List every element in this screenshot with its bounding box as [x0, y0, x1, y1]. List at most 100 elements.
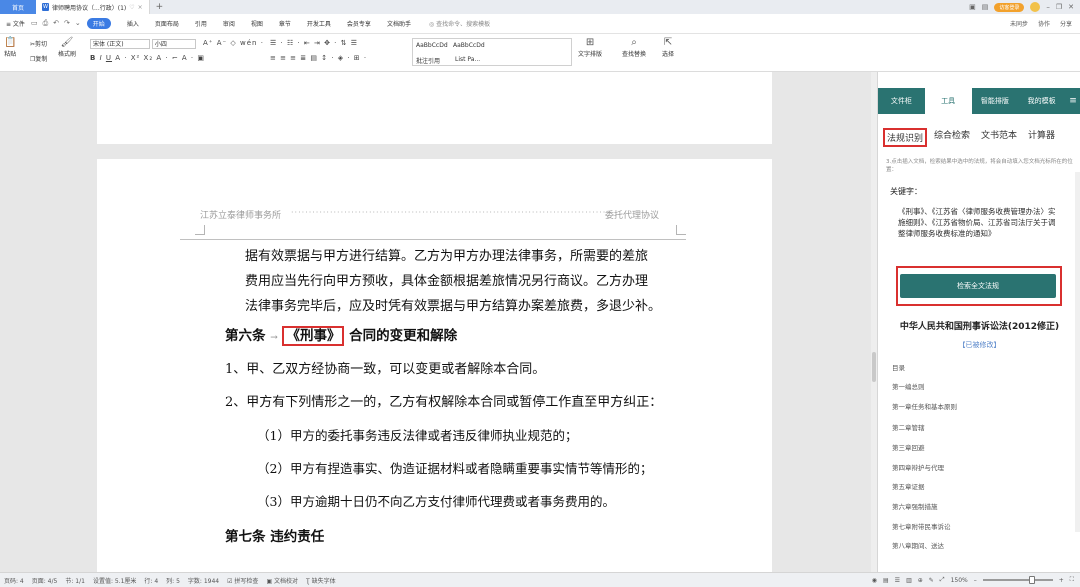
subtab-comprehensive-search[interactable]: 综合检索	[934, 128, 970, 141]
fullscreen-icon[interactable]: ⤢	[940, 576, 945, 584]
tab-close-icon[interactable]: ×	[138, 4, 143, 11]
status-page-number[interactable]: 页码: 4	[0, 576, 28, 585]
law-status: 【已被修改】	[958, 341, 1001, 349]
style-name-2[interactable]: List Pa...	[455, 56, 480, 63]
zoom-slider[interactable]	[982, 576, 1053, 584]
menu-references[interactable]: 引用	[187, 19, 215, 28]
proofread-button[interactable]: ▣ 文档校对	[262, 576, 302, 585]
toc-item[interactable]: 目录	[892, 362, 905, 372]
toc-item[interactable]: 第三章回避	[892, 442, 925, 452]
font-size-select[interactable]: 小四	[151, 39, 196, 49]
text-layout-button[interactable]: ⊞ 文字排版	[578, 37, 602, 58]
subtab-document-templates[interactable]: 文书范本	[981, 128, 1017, 141]
collaborate-button[interactable]: 协作	[1038, 19, 1050, 28]
document-canvas[interactable]: 江苏立泰律师事务所 ······························…	[0, 72, 877, 572]
paragraph-align-tools[interactable]: ≡ ≡ ≡ ≣ ▤ ↕ · ◈ · ⊞ ·	[270, 54, 367, 62]
reading-view-icon[interactable]: ▥	[906, 577, 912, 584]
toc-item[interactable]: 第一章任务和基本原则	[892, 401, 957, 411]
status-set-value[interactable]: 设置值: 5.1厘米	[89, 576, 140, 585]
status-word-count[interactable]: 字数: 1944	[184, 576, 223, 585]
tab-file-cabinet[interactable]: 文件柜	[878, 88, 925, 114]
undo-icon[interactable]: ↶	[53, 19, 59, 28]
outline-view-icon[interactable]: ☰	[895, 577, 900, 584]
redo-icon[interactable]: ↷	[64, 19, 70, 28]
style-item-1[interactable]: AaBbCcDd	[416, 42, 448, 49]
tab-smart-layout[interactable]: 智能排版	[972, 88, 1019, 114]
font-format-tools[interactable]: B I U A · X² X₂ A · ⌐ A · ▣	[90, 54, 205, 62]
toc-item[interactable]: 第一编总则	[892, 381, 925, 391]
page-view-icon[interactable]: ▤	[883, 577, 889, 584]
font-size-tools[interactable]: A⁺ A⁻ ◇ wén ·	[203, 39, 264, 47]
menu-insert[interactable]: 插入	[119, 19, 147, 28]
eye-protect-icon[interactable]: ◉	[872, 577, 877, 584]
select-button[interactable]: ⇱ 选择	[662, 37, 674, 58]
home-tab[interactable]: 首页	[0, 0, 36, 14]
document-tab[interactable]: W 律师聘用协议（...行政）(1) ♡ ×	[36, 0, 150, 14]
style-name-1[interactable]: 批注引用	[416, 56, 440, 65]
missing-fonts-button[interactable]: Ʈ 缺失字体	[302, 576, 340, 585]
paste-button[interactable]: 📋 粘贴	[4, 37, 16, 58]
restore-icon[interactable]: ❐	[1056, 3, 1062, 11]
side-panel-scrollbar[interactable]	[1075, 172, 1080, 532]
tab-pin-icon[interactable]: ♡	[129, 4, 134, 11]
write-mode-icon[interactable]: ✎	[929, 577, 934, 584]
zoom-slider-knob[interactable]	[1028, 576, 1035, 584]
tab-my-templates[interactable]: 我的模板	[1018, 88, 1065, 114]
toc-item[interactable]: 第五章证据	[892, 481, 925, 491]
skin-icon[interactable]: ▤	[982, 3, 989, 11]
menu-developer[interactable]: 开发工具	[299, 19, 339, 28]
toc-item[interactable]: 第八章期间、送达	[892, 540, 944, 550]
toc-item[interactable]: 第二章管辖	[892, 422, 925, 432]
spell-check-toggle[interactable]: ☑ 拼写检查	[223, 576, 262, 585]
menu-doc-assistant[interactable]: 文档助手	[379, 19, 419, 28]
status-page-count[interactable]: 页面: 4/5	[28, 576, 62, 585]
font-name-select[interactable]: 宋体 (正文)	[90, 39, 150, 49]
law-title[interactable]: 中华人民共和国刑事诉讼法(2012修正)	[878, 319, 1080, 332]
qat-more-icon[interactable]: ⌄	[75, 19, 81, 28]
menu-section[interactable]: 章节	[271, 19, 299, 28]
minimize-icon[interactable]: –	[1046, 3, 1050, 11]
sync-status[interactable]: 未同步	[1010, 19, 1028, 28]
fit-page-icon[interactable]: ⛶	[1070, 576, 1074, 584]
search-full-law-button[interactable]: 检索全文法规	[900, 274, 1056, 298]
status-column[interactable]: 列: 5	[162, 576, 184, 585]
panel-menu-icon[interactable]: ≡	[1065, 88, 1080, 114]
command-search[interactable]: ◎ 查找命令、搜索模板	[429, 19, 490, 28]
header-firm-name: 江苏立泰律师事务所	[200, 211, 282, 221]
tab-tools[interactable]: 工具	[924, 88, 972, 114]
document-page[interactable]: 江苏立泰律师事务所 ······························…	[97, 159, 772, 572]
cut-button[interactable]: ✂剪切	[30, 39, 47, 48]
web-view-icon[interactable]: ⊕	[918, 577, 923, 584]
menu-member[interactable]: 会员专享	[339, 19, 379, 28]
zoom-out-icon[interactable]: –	[974, 577, 977, 584]
toc-item[interactable]: 第四章辩护与代理	[892, 462, 944, 472]
avatar[interactable]	[1030, 2, 1041, 12]
share-button[interactable]: 分享	[1060, 19, 1072, 28]
menu-review[interactable]: 审阅	[215, 19, 243, 28]
highlighted-keyword[interactable]: 《刑事》	[282, 326, 345, 346]
print-icon[interactable]: ⎙	[43, 19, 49, 28]
toc-item[interactable]: 第六章强制措施	[892, 501, 938, 511]
status-line[interactable]: 行: 4	[140, 576, 162, 585]
zoom-in-icon[interactable]: +	[1059, 577, 1064, 584]
menu-page-layout[interactable]: 页面布局	[147, 19, 187, 28]
close-window-icon[interactable]: ✕	[1068, 3, 1074, 11]
new-tab-button[interactable]: +	[156, 2, 164, 12]
menu-start[interactable]: 开始	[86, 18, 111, 29]
format-painter-button[interactable]: 🖌 格式刷	[58, 37, 76, 58]
status-section[interactable]: 节: 1/1	[61, 576, 89, 585]
subtab-calculator[interactable]: 计算器	[1028, 128, 1055, 141]
file-menu[interactable]: ≡ 文件	[0, 19, 31, 28]
zoom-level[interactable]: 150%	[951, 577, 968, 584]
copy-button[interactable]: ❐复制	[30, 54, 47, 63]
save-icon[interactable]: ▭	[31, 19, 38, 28]
list-tools[interactable]: ☰ · ☷ · ⇤ ⇥ ✥ · ⇅ ☰	[270, 39, 358, 47]
layout-icon[interactable]: ▣	[969, 3, 976, 11]
subtab-law-recognition[interactable]: 法规识别	[883, 128, 928, 147]
toc-item[interactable]: 第七章附带民事诉讼	[892, 521, 951, 531]
find-replace-button[interactable]: ⌕ 查找替换	[622, 37, 646, 58]
menu-view[interactable]: 视图	[243, 19, 271, 28]
scroll-thumb[interactable]	[872, 352, 876, 382]
style-item-2[interactable]: AaBbCcDd	[453, 42, 485, 49]
login-button[interactable]: 访客登录	[994, 2, 1025, 12]
